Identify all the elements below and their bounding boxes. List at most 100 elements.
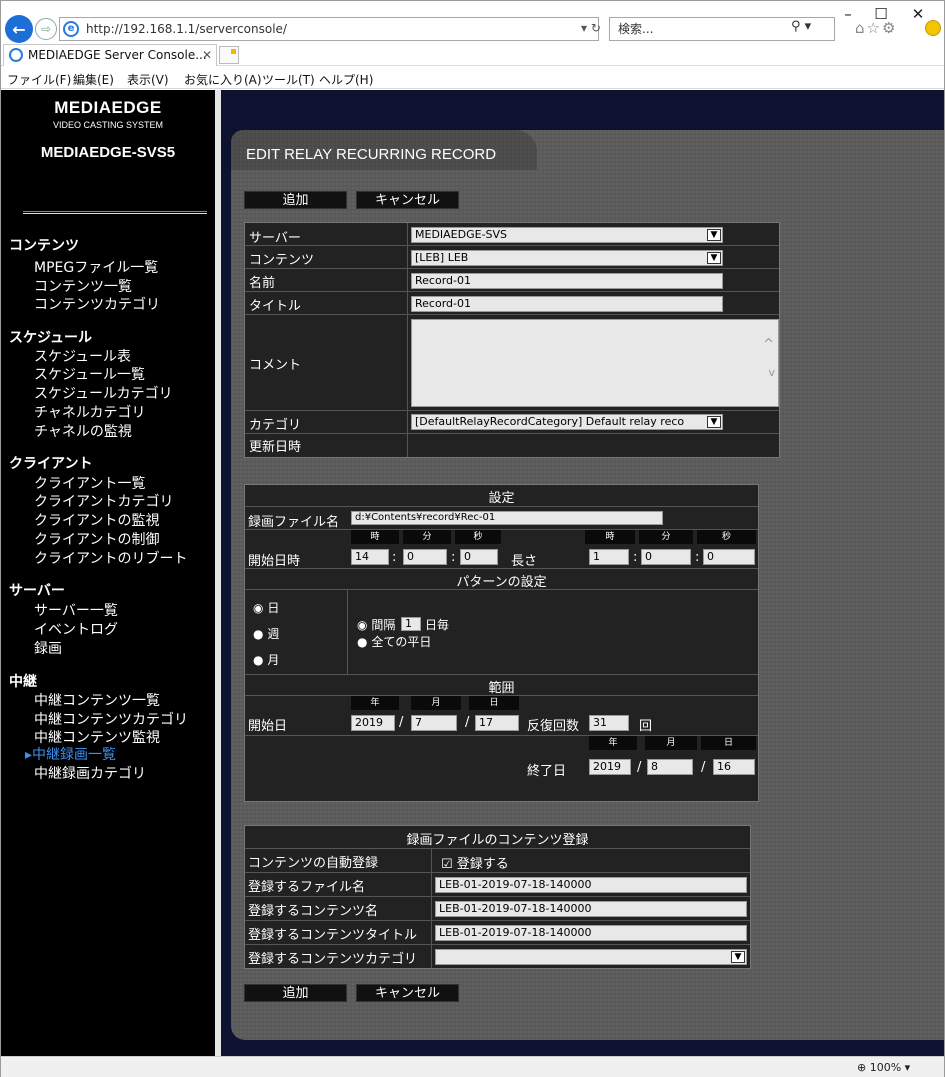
- start-time-label: 開始日時: [248, 554, 301, 569]
- sidebar-item-schedule-list[interactable]: スケジュール一覧: [34, 364, 145, 384]
- menu-tools[interactable]: ツール(T): [262, 71, 315, 88]
- auto-register-checkbox[interactable]: ☑ 登録する: [441, 853, 509, 872]
- length-minute-input[interactable]: 0: [641, 549, 691, 565]
- settings-header: 設定: [488, 491, 515, 506]
- search-icon[interactable]: ⚲ ▾: [791, 19, 811, 34]
- registration-table: 録画ファイルのコンテンツ登録 コンテンツの自動登録 ☑ 登録する 登録するファイ…: [244, 825, 751, 969]
- colon-sep: :: [633, 550, 638, 565]
- chevron-down-icon: ▼: [731, 951, 745, 963]
- pattern-week-radio[interactable]: ● 週: [253, 625, 279, 642]
- cancel-button-bottom[interactable]: キャンセル: [356, 984, 459, 1002]
- forward-button[interactable]: ⇨: [35, 18, 57, 40]
- category-select[interactable]: [DefaultRelayRecordCategory] Default rel…: [411, 414, 723, 430]
- start-minute-input[interactable]: 0: [403, 549, 447, 565]
- tab-title: MEDIAEDGE Server Console...: [28, 48, 207, 62]
- sidebar-divider: [215, 90, 221, 1056]
- sidebar-item-relay-content-list[interactable]: 中継コンテンツ一覧: [34, 690, 160, 710]
- zoom-control[interactable]: ⊕ 100% ▾: [857, 1061, 910, 1074]
- end-year-input[interactable]: 2019: [589, 759, 631, 775]
- start-month-input[interactable]: 7: [411, 715, 457, 731]
- feedback-smiley-icon[interactable]: [925, 20, 941, 36]
- pattern-day-radio[interactable]: ◉ 日: [253, 599, 279, 616]
- start-hour-input[interactable]: 14: [351, 549, 389, 565]
- address-bar[interactable]: http://192.168.1.1/serverconsole/: [59, 17, 599, 41]
- toolbar-icons[interactable]: ⌂☆⚙: [855, 19, 897, 37]
- length-second-input[interactable]: 0: [703, 549, 755, 565]
- menu-edit[interactable]: 編集(E): [73, 71, 114, 88]
- sidebar-section-client: クライアント: [9, 456, 93, 472]
- end-day-input[interactable]: 16: [713, 759, 755, 775]
- browser-tab[interactable]: MEDIAEDGE Server Console... ✕: [3, 44, 217, 66]
- weekdays-label: 全ての平日: [371, 635, 432, 649]
- register-category-select[interactable]: ▼: [435, 949, 747, 965]
- pattern-month-radio[interactable]: ● 月: [253, 651, 279, 668]
- end-date-label: 終了日: [527, 764, 567, 779]
- zoom-value: 100%: [869, 1061, 902, 1074]
- length-hour-input[interactable]: 1: [589, 549, 629, 565]
- sidebar-item-schedule-category[interactable]: スケジュールカテゴリ: [34, 383, 173, 403]
- day-header: 日: [469, 696, 519, 710]
- sidebar: MEDIAEDGE VIDEO CASTING SYSTEM MEDIAEDGE…: [1, 90, 215, 1056]
- server-select[interactable]: MEDIAEDGE-SVS ▼: [411, 227, 723, 243]
- add-button-bottom[interactable]: 追加: [244, 984, 347, 1002]
- sidebar-item-client-reboot[interactable]: クライアントのリブート: [34, 548, 187, 568]
- start-day-input[interactable]: 17: [475, 715, 519, 731]
- content-select[interactable]: [LEB] LEB ▼: [411, 250, 723, 266]
- back-arrow-icon: ←: [12, 19, 26, 39]
- sidebar-section-schedule: スケジュール: [9, 330, 93, 346]
- sidebar-item-client-control[interactable]: クライアントの制御: [34, 529, 159, 549]
- server-label: サーバー: [249, 231, 301, 246]
- cancel-button[interactable]: キャンセル: [356, 191, 459, 209]
- start-second-input[interactable]: 0: [460, 549, 498, 565]
- weekdays-radio[interactable]: ● 全ての平日: [357, 633, 431, 650]
- sidebar-item-relay-record-category[interactable]: 中継録画カテゴリ: [34, 763, 146, 783]
- sidebar-item-content-category[interactable]: コンテンツカテゴリ: [34, 294, 160, 314]
- sidebar-item-client-monitor[interactable]: クライアントの監視: [34, 510, 159, 530]
- back-button[interactable]: ←: [5, 15, 33, 43]
- length-label: 長さ: [511, 554, 538, 569]
- scroll-down-icon[interactable]: v: [768, 366, 775, 380]
- sidebar-item-recording[interactable]: 録画: [34, 638, 62, 658]
- sidebar-item-client-list[interactable]: クライアント一覧: [34, 473, 145, 493]
- register-file-input[interactable]: LEB-01-2019-07-18-140000: [435, 877, 747, 893]
- title-input[interactable]: Record-01: [411, 296, 723, 312]
- interval-post-label: 日毎: [425, 618, 450, 632]
- sidebar-item-content-list[interactable]: コンテンツ一覧: [34, 276, 132, 296]
- menu-favorites[interactable]: お気に入り(A): [184, 71, 262, 88]
- sidebar-item-server-list[interactable]: サーバー一覧: [34, 600, 118, 620]
- radio-icon: ●: [253, 627, 264, 641]
- end-month-input[interactable]: 8: [647, 759, 693, 775]
- sidebar-item-event-log[interactable]: イベントログ: [34, 619, 118, 639]
- colon-sep: :: [695, 550, 700, 565]
- repeat-unit: 回: [639, 719, 653, 734]
- repeat-count-input[interactable]: 31: [589, 715, 629, 731]
- start-year-input[interactable]: 2019: [351, 715, 395, 731]
- year-header: 年: [351, 696, 399, 710]
- sidebar-item-mpeg-files[interactable]: MPEGファイル一覧: [34, 257, 158, 277]
- record-file-input[interactable]: d:¥Contents¥record¥Rec-01: [351, 511, 663, 525]
- end-year-header: 年: [589, 736, 637, 750]
- sidebar-section-content: コンテンツ: [9, 238, 79, 254]
- refresh-icon[interactable]: ▾ ↻: [581, 21, 601, 35]
- register-title-input[interactable]: LEB-01-2019-07-18-140000: [435, 925, 747, 941]
- sidebar-item-relay-record-list[interactable]: ▸中継録画一覧: [25, 744, 116, 764]
- register-file-label: 登録するファイル名: [248, 880, 366, 895]
- name-input[interactable]: Record-01: [411, 273, 723, 289]
- sidebar-item-relay-content-category[interactable]: 中継コンテンツカテゴリ: [34, 709, 188, 729]
- register-content-input[interactable]: LEB-01-2019-07-18-140000: [435, 901, 747, 917]
- interval-input[interactable]: 1: [401, 617, 421, 631]
- tab-close-icon[interactable]: ✕: [202, 45, 212, 65]
- menu-file[interactable]: ファイル(F): [7, 71, 71, 88]
- scroll-up-icon[interactable]: ^: [763, 338, 774, 352]
- add-button[interactable]: 追加: [244, 191, 347, 209]
- sidebar-item-schedule-table[interactable]: スケジュール表: [34, 346, 131, 366]
- menu-help[interactable]: ヘルプ(H): [319, 71, 373, 88]
- sidebar-section-relay: 中継: [9, 674, 37, 690]
- comment-textarea[interactable]: ^ v: [411, 319, 779, 407]
- sidebar-item-channel-monitor[interactable]: チャネルの監視: [34, 421, 132, 441]
- new-tab-button[interactable]: [219, 46, 239, 64]
- sidebar-item-client-category[interactable]: クライアントカテゴリ: [34, 491, 173, 511]
- menu-view[interactable]: 表示(V): [127, 71, 169, 88]
- sidebar-item-channel-category[interactable]: チャネルカテゴリ: [34, 402, 145, 422]
- interval-radio[interactable]: ◉ 間隔: [357, 616, 395, 633]
